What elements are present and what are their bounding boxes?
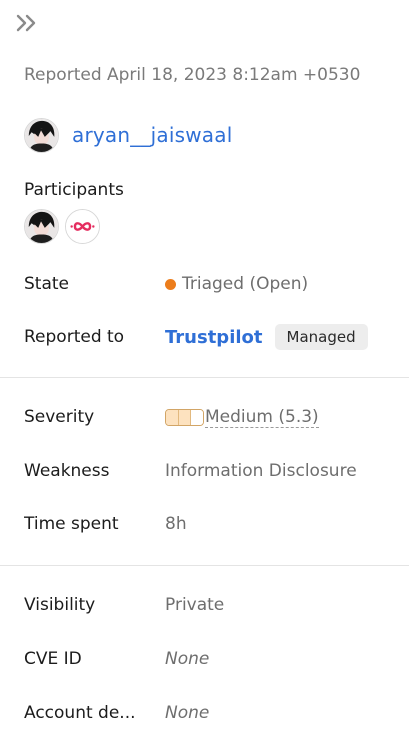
severity-segment: [166, 409, 179, 425]
cve-id-row: CVE ID None: [24, 646, 399, 672]
time-spent-value: 8h: [165, 514, 187, 534]
state-value: Triaged (Open): [165, 274, 308, 294]
account-details-label: Account de...: [24, 703, 136, 723]
severity-value: Medium (5.3): [165, 407, 319, 428]
section-divider: [0, 377, 409, 378]
participant-avatar[interactable]: [65, 209, 100, 244]
user-avatar-icon: [25, 210, 58, 243]
state-row: State Triaged (Open): [24, 271, 399, 297]
reported-to-value: Trustpilot Managed: [165, 324, 368, 350]
participants-label: Participants: [24, 180, 124, 200]
report-sidebar: Reported April 18, 2023 8:12am +0530 ary…: [0, 0, 409, 735]
reporter[interactable]: aryan__jaiswaal: [24, 117, 232, 153]
cve-id-label: CVE ID: [24, 649, 82, 669]
severity-meter-icon: [165, 408, 204, 426]
infinity-logo-icon: [66, 210, 99, 243]
program-link[interactable]: Trustpilot: [165, 327, 263, 348]
double-chevron-right-icon: [16, 14, 36, 32]
weakness-row: Weakness Information Disclosure: [24, 458, 399, 484]
reporter-avatar[interactable]: [24, 117, 59, 153]
state-label: State: [24, 274, 69, 294]
user-avatar-icon: [25, 118, 58, 152]
account-details-row: Account de... None: [24, 700, 399, 726]
reported-to-label: Reported to: [24, 327, 125, 347]
reported-date: Reported April 18, 2023 8:12am +0530: [24, 65, 361, 85]
weakness-label: Weakness: [24, 461, 110, 481]
visibility-value: Private: [165, 595, 225, 615]
section-divider: [0, 565, 409, 566]
reported-to-row: Reported to Trustpilot Managed: [24, 324, 399, 350]
participants-list: [24, 209, 100, 244]
participant-avatar[interactable]: [24, 209, 59, 244]
severity-row: Severity Medium (5.3): [24, 404, 399, 430]
severity-segment: [191, 409, 203, 425]
reporter-username-link[interactable]: aryan__jaiswaal: [72, 123, 232, 147]
collapse-sidebar-button[interactable]: [14, 12, 40, 34]
severity-label: Severity: [24, 407, 95, 427]
cve-id-value: None: [165, 649, 210, 669]
severity-segment: [178, 409, 192, 425]
status-dot-icon: [165, 278, 176, 290]
visibility-label: Visibility: [24, 595, 96, 615]
severity-score-link[interactable]: Medium (5.3): [205, 407, 319, 428]
account-details-value: None: [165, 703, 210, 723]
time-spent-row: Time spent 8h: [24, 511, 399, 537]
weakness-value: Information Disclosure: [165, 461, 357, 481]
time-spent-label: Time spent: [24, 514, 119, 534]
state-text: Triaged (Open): [182, 274, 309, 294]
managed-badge: Managed: [274, 324, 368, 350]
visibility-row: Visibility Private: [24, 592, 399, 618]
